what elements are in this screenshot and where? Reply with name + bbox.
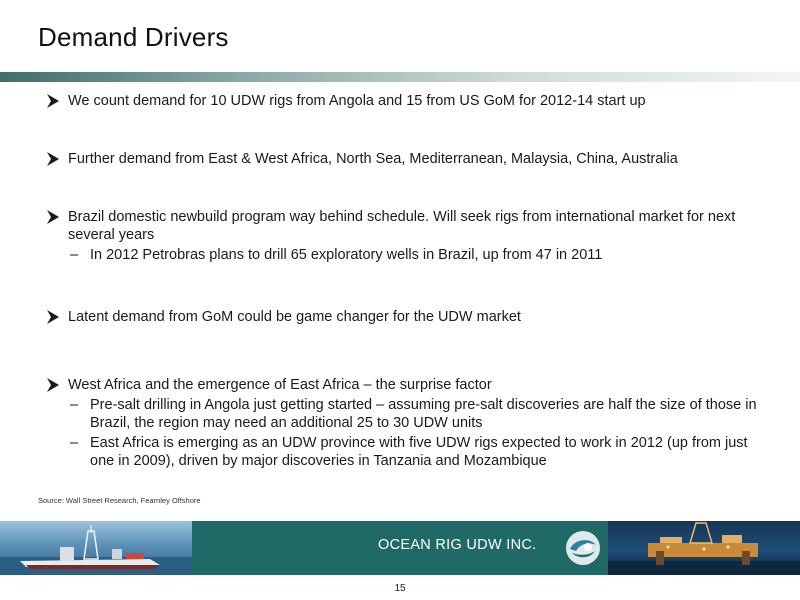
sub-bullet-text: Pre-salt drilling in Angola just getting… xyxy=(90,397,757,431)
bullet-item: Brazil domestic newbuild program way beh… xyxy=(46,208,766,264)
bullet-text: Latent demand from GoM could be game cha… xyxy=(68,309,521,325)
bullet-item: Further demand from East & West Africa, … xyxy=(46,150,766,168)
arrow-bullet-icon xyxy=(47,210,59,224)
sub-bullet-text: East Africa is emerging as an UDW provin… xyxy=(90,435,748,469)
bullet-item: West Africa and the emergence of East Af… xyxy=(46,376,766,470)
footer-company-band: OCEAN RIG UDW INC. xyxy=(192,521,608,575)
dash-bullet-icon: – xyxy=(70,435,79,451)
rig-photo xyxy=(608,521,800,575)
dash-bullet-icon: – xyxy=(70,397,79,413)
arrow-bullet-icon xyxy=(47,310,59,324)
slide: Demand Drivers We count demand for 10 UD… xyxy=(0,0,800,600)
bullet-text: Brazil domestic newbuild program way beh… xyxy=(68,209,736,243)
arrow-bullet-icon xyxy=(47,94,59,108)
bullet-item: We count demand for 10 UDW rigs from Ang… xyxy=(46,92,766,110)
page-number: 15 xyxy=(394,583,406,594)
title-divider-bar xyxy=(0,72,800,82)
sub-bullet-item: – East Africa is emerging as an UDW prov… xyxy=(68,434,766,470)
bullet-text: Further demand from East & West Africa, … xyxy=(68,151,678,167)
sub-bullet-item: – In 2012 Petrobras plans to drill 65 ex… xyxy=(68,246,766,264)
page-title: Demand Drivers xyxy=(38,22,229,52)
bullet-item: Latent demand from GoM could be game cha… xyxy=(46,308,766,326)
drillship-image xyxy=(0,525,192,575)
ocean-rig-logo-icon xyxy=(566,531,600,565)
dash-bullet-icon: – xyxy=(70,247,79,263)
bullet-text: We count demand for 10 UDW rigs from Ang… xyxy=(68,93,646,109)
sub-bullet-item: – Pre-salt drilling in Angola just getti… xyxy=(68,396,766,432)
source-note: Source: Wall Street Research, Fearnley O… xyxy=(38,496,201,505)
footer-banner: OCEAN RIG UDW INC. xyxy=(0,521,800,575)
drillship-photo xyxy=(0,521,192,575)
sub-bullet-text: In 2012 Petrobras plans to drill 65 expl… xyxy=(90,247,603,263)
bullet-text: West Africa and the emergence of East Af… xyxy=(68,377,492,393)
arrow-bullet-icon xyxy=(47,378,59,392)
company-name: OCEAN RIG UDW INC. xyxy=(378,537,537,553)
rig-image xyxy=(608,522,800,575)
arrow-bullet-icon xyxy=(47,152,59,166)
